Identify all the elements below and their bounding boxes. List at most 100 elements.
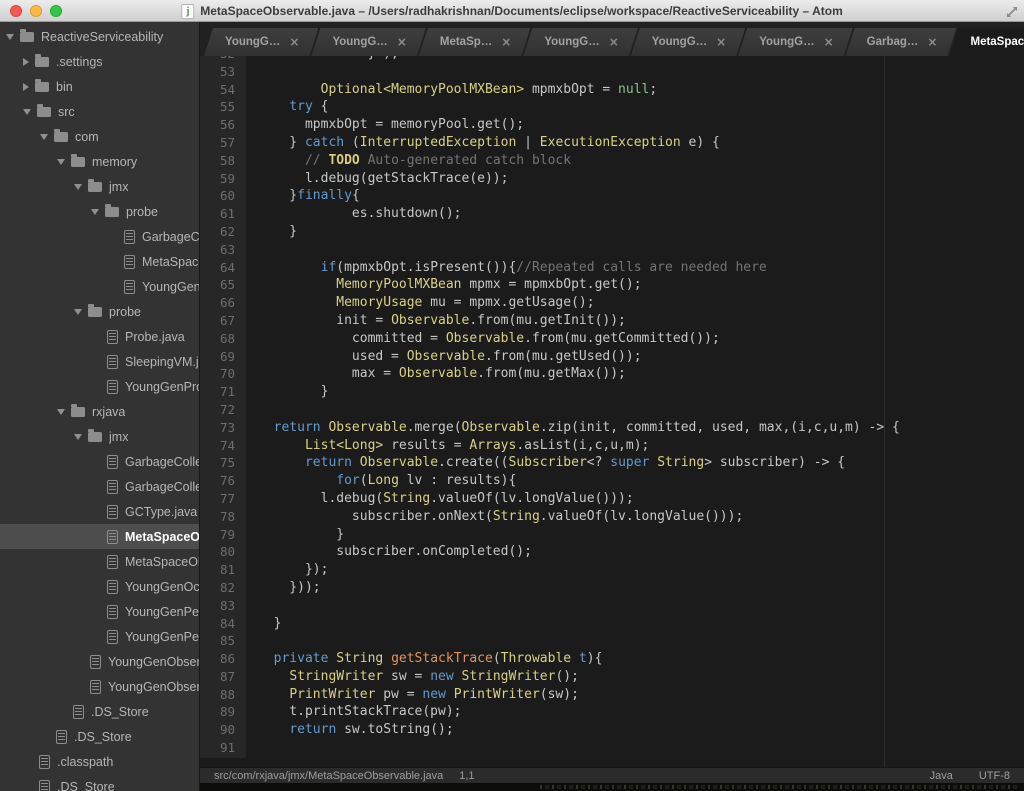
file-icon [107,380,118,394]
file-icon [90,655,101,669]
file-icon [73,705,84,719]
tree-file-row[interactable]: GCType.java [0,499,199,524]
line-number: 63 [200,242,235,260]
tree-item-label: .settings [56,55,103,69]
line-number: 77 [200,491,235,509]
tree-file-row[interactable]: YoungGenObser [0,649,199,674]
line-number: 81 [200,562,235,580]
code-content[interactable]: } ); Optional<MemoryPoolMXBean> mpmxbOpt… [246,56,1024,758]
tree-item-label: memory [92,155,137,169]
close-tab-icon[interactable]: × [501,35,511,49]
tree-folder-row[interactable]: probe [0,299,199,324]
line-number: 56 [200,117,235,135]
tree-item-label: probe [126,205,158,219]
tree-item-label: YoungGenOcc [125,580,199,594]
file-icon [124,280,135,294]
file-icon [124,255,135,269]
chevron-down-icon [57,159,65,165]
tree-folder-row[interactable]: com [0,124,199,149]
tree-file-row[interactable]: GarbageColle [0,449,199,474]
close-tab-icon[interactable]: × [716,35,726,49]
tree-item-label: jmx [109,430,128,444]
tree-item-label: YoungGenPer [125,605,199,619]
tree-file-row[interactable]: YoungGenObser [0,674,199,699]
tab[interactable]: YoungG…× [738,28,852,56]
close-tab-icon[interactable]: × [397,35,407,49]
line-number: 68 [200,331,235,349]
close-tab-icon[interactable]: × [927,35,937,49]
code-line: t.printStackTrace(pw); [258,704,1024,722]
tab[interactable]: Garbag…× [846,28,957,56]
line-number: 66 [200,295,235,313]
close-tab-icon[interactable]: × [289,35,299,49]
tab[interactable]: MetaSp…× [419,28,530,56]
tab[interactable]: YoungG…× [631,28,745,56]
tree-folder-row[interactable]: ReactiveServiceability [0,24,199,49]
tab[interactable]: YoungG…× [204,28,318,56]
tree-file-row[interactable]: YoungGenPro [0,374,199,399]
code-line: PrintWriter pw = new PrintWriter(sw); [258,687,1024,705]
code-line [258,598,1024,616]
line-number: 87 [200,669,235,687]
tree-file-row[interactable]: Probe.java [0,324,199,349]
tree-file-row[interactable]: GarbageColle [0,474,199,499]
close-tab-icon[interactable]: × [824,35,834,49]
tree-folder-row[interactable]: src [0,99,199,124]
tree-file-row[interactable]: MetaSpace [0,249,199,274]
tree-file-row[interactable]: SleepingVM.ja [0,349,199,374]
tree-folder-row[interactable]: probe [0,199,199,224]
tree-folder-row[interactable]: jmx [0,174,199,199]
zoom-window-button[interactable] [50,5,62,17]
close-window-button[interactable] [10,5,22,17]
tree-folder-row[interactable]: .settings [0,49,199,74]
tree-file-row[interactable]: GarbageCo [0,224,199,249]
file-icon [107,555,118,569]
tree-item-label: bin [56,80,73,94]
code-line: } [258,527,1024,545]
tree-file-row[interactable]: .DS_Store [0,724,199,749]
chevron-right-icon [23,58,29,66]
tree-item-label: MetaSpaceOb [125,555,199,569]
tree-file-row[interactable]: MetaSpaceOb [0,524,199,549]
tree-folder-row[interactable]: rxjava [0,399,199,424]
tree-file-row[interactable]: .DS_Store [0,699,199,724]
code-line: } [258,384,1024,402]
tree-folder-row[interactable]: bin [0,74,199,99]
status-encoding[interactable]: UTF-8 [979,770,1010,782]
chevron-down-icon [74,309,82,315]
tree-file-row[interactable]: .DS_Store [0,774,199,791]
editor-region: YoungG…×YoungG…×MetaSp…×YoungG…×YoungG…×… [200,22,1024,791]
minimize-window-button[interactable] [30,5,42,17]
fullscreen-icon[interactable] [1006,5,1018,23]
tree-file-row[interactable]: .classpath [0,749,199,774]
tree-file-row[interactable]: YoungGenPer [0,624,199,649]
line-number: 55 [200,99,235,117]
line-number: 59 [200,171,235,189]
line-number: 64 [200,260,235,278]
tab[interactable]: MetaSpaceObservab…× [949,28,1024,56]
folder-icon [105,207,119,217]
tree-file-row[interactable]: YoungGen [0,274,199,299]
tab[interactable]: YoungG…× [311,28,425,56]
tree-folder-row[interactable]: memory [0,149,199,174]
tab[interactable]: YoungG…× [523,28,637,56]
line-number: 60 [200,188,235,206]
tree-file-row[interactable]: MetaSpaceOb [0,549,199,574]
tree-item-label: YoungGenObser [108,655,199,669]
tree-item-label: .classpath [57,755,113,769]
code-line: try { [258,99,1024,117]
status-grammar[interactable]: Java [930,770,953,782]
file-icon [39,755,50,769]
file-icon [107,505,118,519]
file-icon [107,580,118,594]
tree-item-label: GarbageCo [142,230,199,244]
line-number: 52 [200,56,235,64]
tree-file-row[interactable]: YoungGenPer [0,599,199,624]
text-editor[interactable]: 5253545556575859606162636465666768697071… [200,56,1024,767]
close-tab-icon[interactable]: × [609,35,619,49]
line-number: 71 [200,384,235,402]
tree-folder-row[interactable]: jmx [0,424,199,449]
status-cursor-position[interactable]: 1,1 [459,770,474,782]
code-line: init = Observable.from(mu.getInit()); [258,313,1024,331]
tree-file-row[interactable]: YoungGenOcc [0,574,199,599]
